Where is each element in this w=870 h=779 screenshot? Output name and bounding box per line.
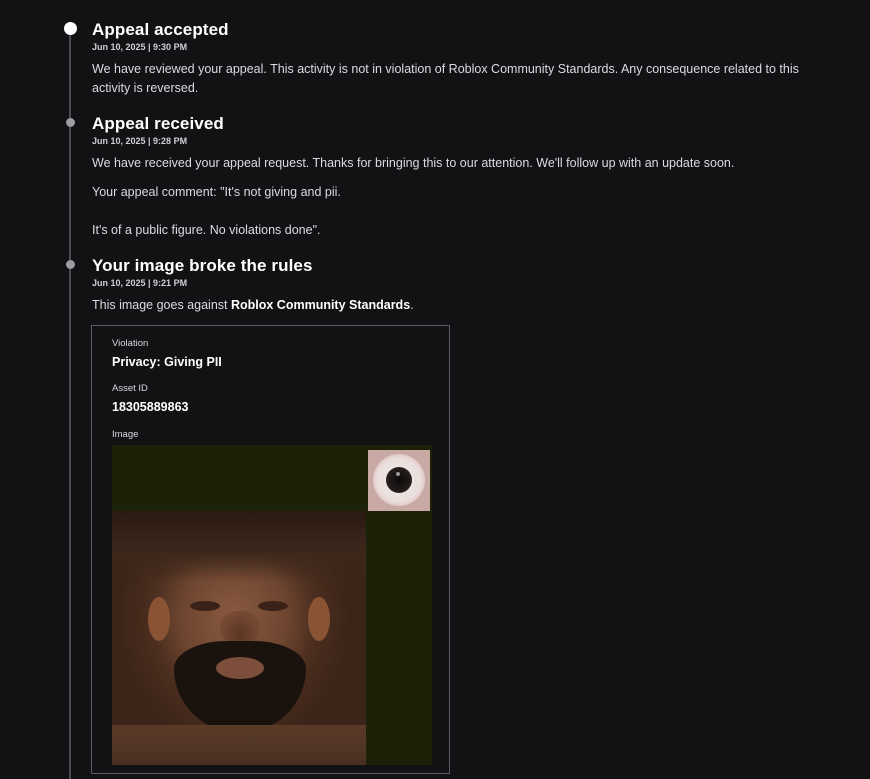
timeline-dot (66, 118, 75, 127)
timeline-dot (66, 260, 75, 269)
event-appeal-accepted: Appeal accepted Jun 10, 2025 | 9:30 PM W… (92, 20, 832, 98)
event-body: This image goes against Roblox Community… (92, 296, 832, 315)
event-appeal-received: Appeal received Jun 10, 2025 | 9:28 PM W… (92, 114, 832, 240)
event-timestamp: Jun 10, 2025 | 9:21 PM (92, 278, 188, 288)
event-body: We have received your appeal request. Th… (92, 156, 735, 170)
violation-image (112, 445, 432, 765)
asset-id-value: 18305889863 (112, 400, 189, 414)
timeline-rail (69, 28, 71, 779)
violation-card: Violation Privacy: Giving PII Asset ID 1… (91, 325, 450, 774)
event-title: Appeal accepted (92, 20, 229, 39)
event-title: Appeal received (92, 114, 224, 133)
violation-value: Privacy: Giving PII (112, 355, 222, 369)
event-title: Your image broke the rules (92, 256, 313, 275)
event-body-suffix: . (410, 298, 414, 312)
appeal-timeline: Appeal accepted Jun 10, 2025 | 9:30 PM W… (0, 0, 870, 779)
community-standards-link[interactable]: Roblox Community Standards (231, 298, 410, 312)
violation-label: Violation (112, 338, 149, 349)
appeal-comment-line-2: It's of a public figure. No violations d… (92, 223, 321, 237)
timeline-dot-active (64, 22, 77, 35)
asset-id-label: Asset ID (112, 383, 148, 394)
eyeball-texture (368, 450, 430, 511)
event-timestamp: Jun 10, 2025 | 9:30 PM (92, 42, 188, 52)
event-timestamp: Jun 10, 2025 | 9:28 PM (92, 136, 188, 146)
appeal-comment-line-1: Your appeal comment: "It's not giving an… (92, 185, 341, 199)
event-body: We have reviewed your appeal. This activ… (92, 62, 799, 95)
face-texture (112, 511, 366, 765)
event-image-broke-rules: Your image broke the rules Jun 10, 2025 … (92, 256, 832, 315)
event-body-prefix: This image goes against (92, 298, 231, 312)
image-label: Image (112, 429, 139, 440)
